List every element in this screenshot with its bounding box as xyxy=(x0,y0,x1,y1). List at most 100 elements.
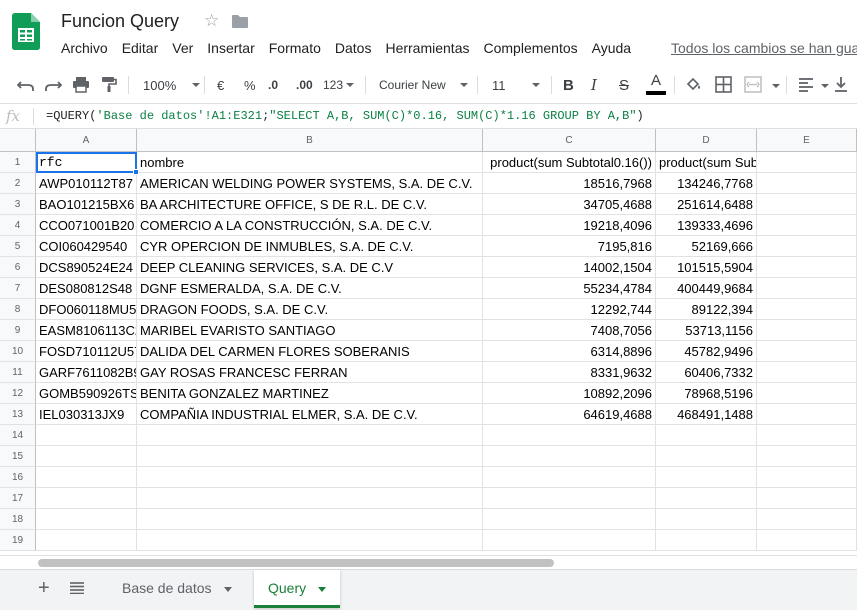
vertical-align-bottom-icon[interactable] xyxy=(834,76,848,93)
grid-cell[interactable] xyxy=(757,488,857,509)
grid-cell[interactable] xyxy=(757,530,857,551)
grid-cell[interactable]: GOMB590926TS xyxy=(36,383,137,404)
row-header[interactable]: 13 xyxy=(0,404,36,425)
row-header[interactable]: 16 xyxy=(0,467,36,488)
grid-cell[interactable] xyxy=(36,446,137,467)
grid-cell[interactable] xyxy=(757,383,857,404)
grid-cell[interactable] xyxy=(656,488,757,509)
grid-cell[interactable] xyxy=(137,488,483,509)
grid-cell[interactable]: rfc xyxy=(36,152,137,173)
grid-cell[interactable] xyxy=(483,467,656,488)
row-header[interactable]: 1 xyxy=(0,152,36,173)
align-left-icon[interactable] xyxy=(798,77,814,92)
grid-cell[interactable]: 64619,4688 xyxy=(483,404,656,425)
fill-color-icon[interactable] xyxy=(685,76,703,94)
grid-cell[interactable] xyxy=(137,467,483,488)
row-header[interactable]: 7 xyxy=(0,278,36,299)
grid-cell[interactable]: IEL030313JX9 xyxy=(36,404,137,425)
grid-cell[interactable]: 34705,4688 xyxy=(483,194,656,215)
grid-cell[interactable] xyxy=(656,446,757,467)
column-header-b[interactable]: B xyxy=(137,129,483,152)
percent-format-button[interactable]: % xyxy=(244,75,256,95)
grid-cell[interactable]: 55234,4784 xyxy=(483,278,656,299)
row-header[interactable]: 17 xyxy=(0,488,36,509)
grid-cell[interactable]: DCS890524E24 xyxy=(36,257,137,278)
grid-cell[interactable]: 60406,7332 xyxy=(656,362,757,383)
font-size-select[interactable]: 11 xyxy=(492,75,540,95)
grid-cell[interactable] xyxy=(656,530,757,551)
grid-cell[interactable] xyxy=(757,446,857,467)
star-icon[interactable]: ☆ xyxy=(204,11,219,31)
grid-cell[interactable]: BENITA GONZALEZ MARTINEZ xyxy=(137,383,483,404)
grid-cell[interactable] xyxy=(483,530,656,551)
folder-icon[interactable] xyxy=(232,15,248,28)
sheet-tab-base-de-datos[interactable]: Base de datos xyxy=(108,570,246,608)
row-header[interactable]: 11 xyxy=(0,362,36,383)
redo-icon[interactable] xyxy=(44,77,62,93)
grid-cell[interactable]: MARIBEL EVARISTO SANTIAGO xyxy=(137,320,483,341)
sheet-tab-query[interactable]: Query xyxy=(254,570,341,608)
chevron-down-icon[interactable] xyxy=(772,84,780,88)
menu-ayuda[interactable]: Ayuda xyxy=(592,40,631,58)
menu-insertar[interactable]: Insertar xyxy=(207,40,254,58)
row-header[interactable]: 2 xyxy=(0,173,36,194)
grid-cell[interactable]: DRAGON FOODS, S.A. DE C.V. xyxy=(137,299,483,320)
row-header[interactable]: 8 xyxy=(0,299,36,320)
increase-decimals-button[interactable]: .00 xyxy=(296,75,313,95)
grid-cell[interactable] xyxy=(757,341,857,362)
print-icon[interactable] xyxy=(72,76,90,93)
grid-cell[interactable]: 468491,1488 xyxy=(656,404,757,425)
grid-cell[interactable]: CYR OPERCION DE INMUBLES, S.A. DE C.V. xyxy=(137,236,483,257)
grid-cell[interactable] xyxy=(757,278,857,299)
grid-cell[interactable]: CCO071001B20 xyxy=(36,215,137,236)
grid-cell[interactable]: 7195,816 xyxy=(483,236,656,257)
borders-icon[interactable] xyxy=(715,76,732,93)
zoom-select[interactable]: 100% xyxy=(143,75,201,95)
merge-cells-icon[interactable] xyxy=(744,76,762,93)
chevron-down-icon[interactable] xyxy=(318,586,327,592)
grid-cell[interactable] xyxy=(757,152,857,173)
grid-cell[interactable]: 251614,6488 xyxy=(656,194,757,215)
grid-cell[interactable]: BAO101215BX6 xyxy=(36,194,137,215)
grid-cell[interactable] xyxy=(757,257,857,278)
grid-cell[interactable]: product(sum Subtotal1.16()) xyxy=(656,152,757,173)
grid-cell[interactable]: 6314,8896 xyxy=(483,341,656,362)
grid-cell[interactable]: 134246,7768 xyxy=(656,173,757,194)
column-header-e[interactable]: E xyxy=(757,129,857,152)
grid-cell[interactable]: DALIDA DEL CARMEN FLORES SOBERANIS xyxy=(137,341,483,362)
grid-cell[interactable] xyxy=(757,236,857,257)
row-header[interactable]: 10 xyxy=(0,341,36,362)
more-formats-button[interactable]: 123 xyxy=(323,75,355,95)
row-header[interactable]: 12 xyxy=(0,383,36,404)
grid-cell[interactable]: DES080812S48 xyxy=(36,278,137,299)
decrease-decimals-button[interactable]: .0 xyxy=(268,75,278,95)
grid-cell[interactable]: DGNF ESMERALDA, S.A. DE C.V. xyxy=(137,278,483,299)
column-header-a[interactable]: A xyxy=(36,129,137,152)
grid-cell[interactable] xyxy=(656,425,757,446)
grid-cell[interactable] xyxy=(36,530,137,551)
grid-cell[interactable]: COI060429540 xyxy=(36,236,137,257)
select-all-corner[interactable] xyxy=(0,129,36,152)
scrollbar-thumb[interactable] xyxy=(38,559,554,567)
grid-cell[interactable]: 78968,5196 xyxy=(656,383,757,404)
row-header[interactable]: 6 xyxy=(0,257,36,278)
grid-cell[interactable]: 14002,1504 xyxy=(483,257,656,278)
grid-cell[interactable] xyxy=(483,425,656,446)
menu-editar[interactable]: Editar xyxy=(122,40,159,58)
save-status-link[interactable]: Todos los cambios se han gua xyxy=(671,40,857,56)
grid-cell[interactable] xyxy=(757,509,857,530)
grid-cell[interactable]: DFO060118MU5 xyxy=(36,299,137,320)
grid-cell[interactable]: AMERICAN WELDING POWER SYSTEMS, S.A. DE … xyxy=(137,173,483,194)
grid-cell[interactable] xyxy=(137,425,483,446)
font-family-select[interactable]: Courier New xyxy=(379,75,468,95)
grid-cell[interactable] xyxy=(757,404,857,425)
all-sheets-list-icon[interactable] xyxy=(70,582,84,594)
grid-cell[interactable]: nombre xyxy=(137,152,483,173)
sheets-logo-icon[interactable] xyxy=(12,13,40,50)
grid-cell[interactable]: 8331,9632 xyxy=(483,362,656,383)
paint-format-icon[interactable] xyxy=(101,76,117,93)
grid-cell[interactable] xyxy=(757,467,857,488)
menu-complementos[interactable]: Complementos xyxy=(483,40,577,58)
strikethrough-button[interactable]: S xyxy=(619,75,629,95)
grid-cell[interactable]: 101515,5904 xyxy=(656,257,757,278)
